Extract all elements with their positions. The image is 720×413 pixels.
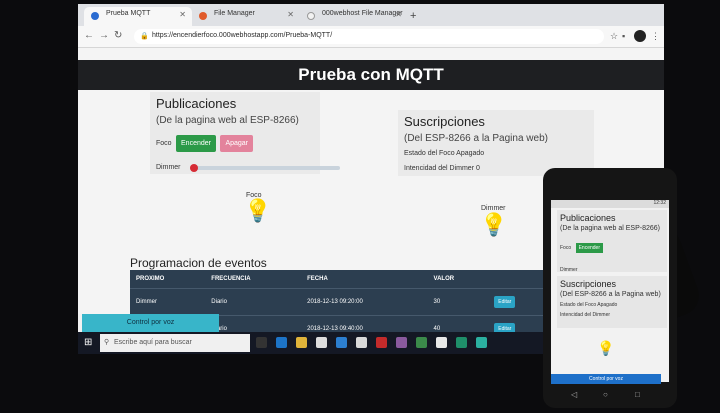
edge-icon[interactable] <box>276 337 287 348</box>
estado-foco-value: Apagado <box>456 150 485 157</box>
table-row: Dimmer Diario 2018-12-13 09:20:00 30 Edi… <box>130 288 550 316</box>
voice-control-button[interactable]: Control por voz <box>82 314 219 332</box>
app-icon[interactable] <box>396 337 407 348</box>
chrome-icon[interactable] <box>356 337 367 348</box>
extension-icon[interactable]: ▪ <box>622 31 625 41</box>
file-explorer-icon[interactable] <box>296 337 307 348</box>
menu-icon[interactable]: ⋮ <box>651 31 660 42</box>
profile-avatar[interactable] <box>634 30 646 42</box>
windows-start-icon[interactable]: ⊞ <box>84 337 92 348</box>
app-icon[interactable] <box>336 337 347 348</box>
globe-icon <box>91 12 99 20</box>
estado-foco-row: Estado del Foco Apagado <box>404 150 485 157</box>
lock-icon: 🔒 <box>140 33 149 40</box>
phone-suscripciones-card: Suscripciones (Del ESP-8266 a la Pagina … <box>557 276 667 328</box>
settings-icon[interactable] <box>436 337 447 348</box>
phone-encender-button[interactable]: Encender <box>575 243 603 253</box>
phone-screen: 12:32 Publicaciones (De la pagina web al… <box>551 200 669 382</box>
phone-voice-button[interactable]: Control por voz <box>551 374 661 384</box>
dimmer-slider-handle[interactable] <box>190 164 198 172</box>
bookmark-star-icon[interactable]: ☆ <box>610 31 618 42</box>
android-back-icon[interactable]: ◁ <box>571 390 577 399</box>
suscripciones-title: Suscripciones <box>404 114 485 129</box>
lightbulb-icon: 💡 <box>597 340 615 356</box>
page-title: Prueba con MQTT <box>78 60 664 90</box>
foco-label: Foco <box>156 140 172 147</box>
lightbulb-icon: 💡 <box>244 198 272 223</box>
dimmer-slider[interactable] <box>190 166 340 170</box>
back-icon[interactable]: ← <box>84 30 94 41</box>
table-header-row: PROXIMO FRECUENCIA FECHA VALOR <box>130 270 550 289</box>
intensidad-dimmer-value: 0 <box>475 165 480 172</box>
tab-prueba-mqtt[interactable]: Prueba MQTT ✕ <box>84 7 192 26</box>
tab-000webhost[interactable]: 000webhost File Manager ✕ <box>300 7 408 26</box>
schedule-title: Programacion de eventos <box>130 256 267 270</box>
encender-button[interactable]: Encender <box>176 135 216 152</box>
taskbar-search-box[interactable]: ⚲ Escribe aquí para buscar <box>100 334 250 352</box>
publicaciones-subtitle: (De la pagina web al ESP-8266) <box>156 115 299 126</box>
browser-toolbar: ← → ↻ 🔒 https://encendierfoco.000webhost… <box>78 26 664 48</box>
tab-file-manager[interactable]: File Manager ✕ <box>192 7 300 26</box>
apagar-button[interactable]: Apagar <box>220 135 254 152</box>
edit-button[interactable]: Editar <box>494 296 516 308</box>
publicaciones-title: Publicaciones <box>156 96 237 111</box>
store-icon[interactable] <box>316 337 327 348</box>
phone-status-bar: 12:32 <box>551 200 669 208</box>
task-view-icon[interactable] <box>256 337 267 348</box>
forward-icon[interactable]: → <box>99 30 109 41</box>
app-icon[interactable] <box>476 337 487 348</box>
publicaciones-card: Publicaciones (De la pagina web al ESP-8… <box>150 92 320 174</box>
search-icon: ⚲ <box>104 339 110 346</box>
reload-icon[interactable]: ↻ <box>114 30 122 41</box>
app-icon[interactable] <box>376 337 387 348</box>
address-bar[interactable]: 🔒 https://encendierfoco.000webhostapp.co… <box>134 29 604 44</box>
suscripciones-subtitle: (Del ESP-8266 a la Pagina web) <box>404 133 548 144</box>
document-icon <box>307 12 315 20</box>
close-icon[interactable]: ✕ <box>179 10 186 19</box>
new-tab-button[interactable]: + <box>410 10 416 22</box>
dimmer-label: Dimmer <box>156 164 181 171</box>
close-icon[interactable]: ✕ <box>395 10 402 19</box>
close-icon[interactable]: ✕ <box>287 10 294 19</box>
app-icon[interactable] <box>456 337 467 348</box>
app-icon[interactable] <box>416 337 427 348</box>
phone-publicaciones-card: Publicaciones (De la pagina web al ESP-8… <box>557 210 667 273</box>
lightbulb-icon: 💡 <box>480 212 508 237</box>
android-recents-icon[interactable]: □ <box>635 390 640 399</box>
browser-tabstrip: Prueba MQTT ✕ File Manager ✕ 000webhost … <box>78 4 664 26</box>
dimmer-caption: Dimmer <box>481 205 506 212</box>
smartphone: 12:32 Publicaciones (De la pagina web al… <box>543 168 677 408</box>
globe-icon <box>199 12 207 20</box>
android-home-icon[interactable]: ○ <box>603 390 608 399</box>
suscripciones-card: Suscripciones (Del ESP-8266 a la Pagina … <box>398 110 594 176</box>
